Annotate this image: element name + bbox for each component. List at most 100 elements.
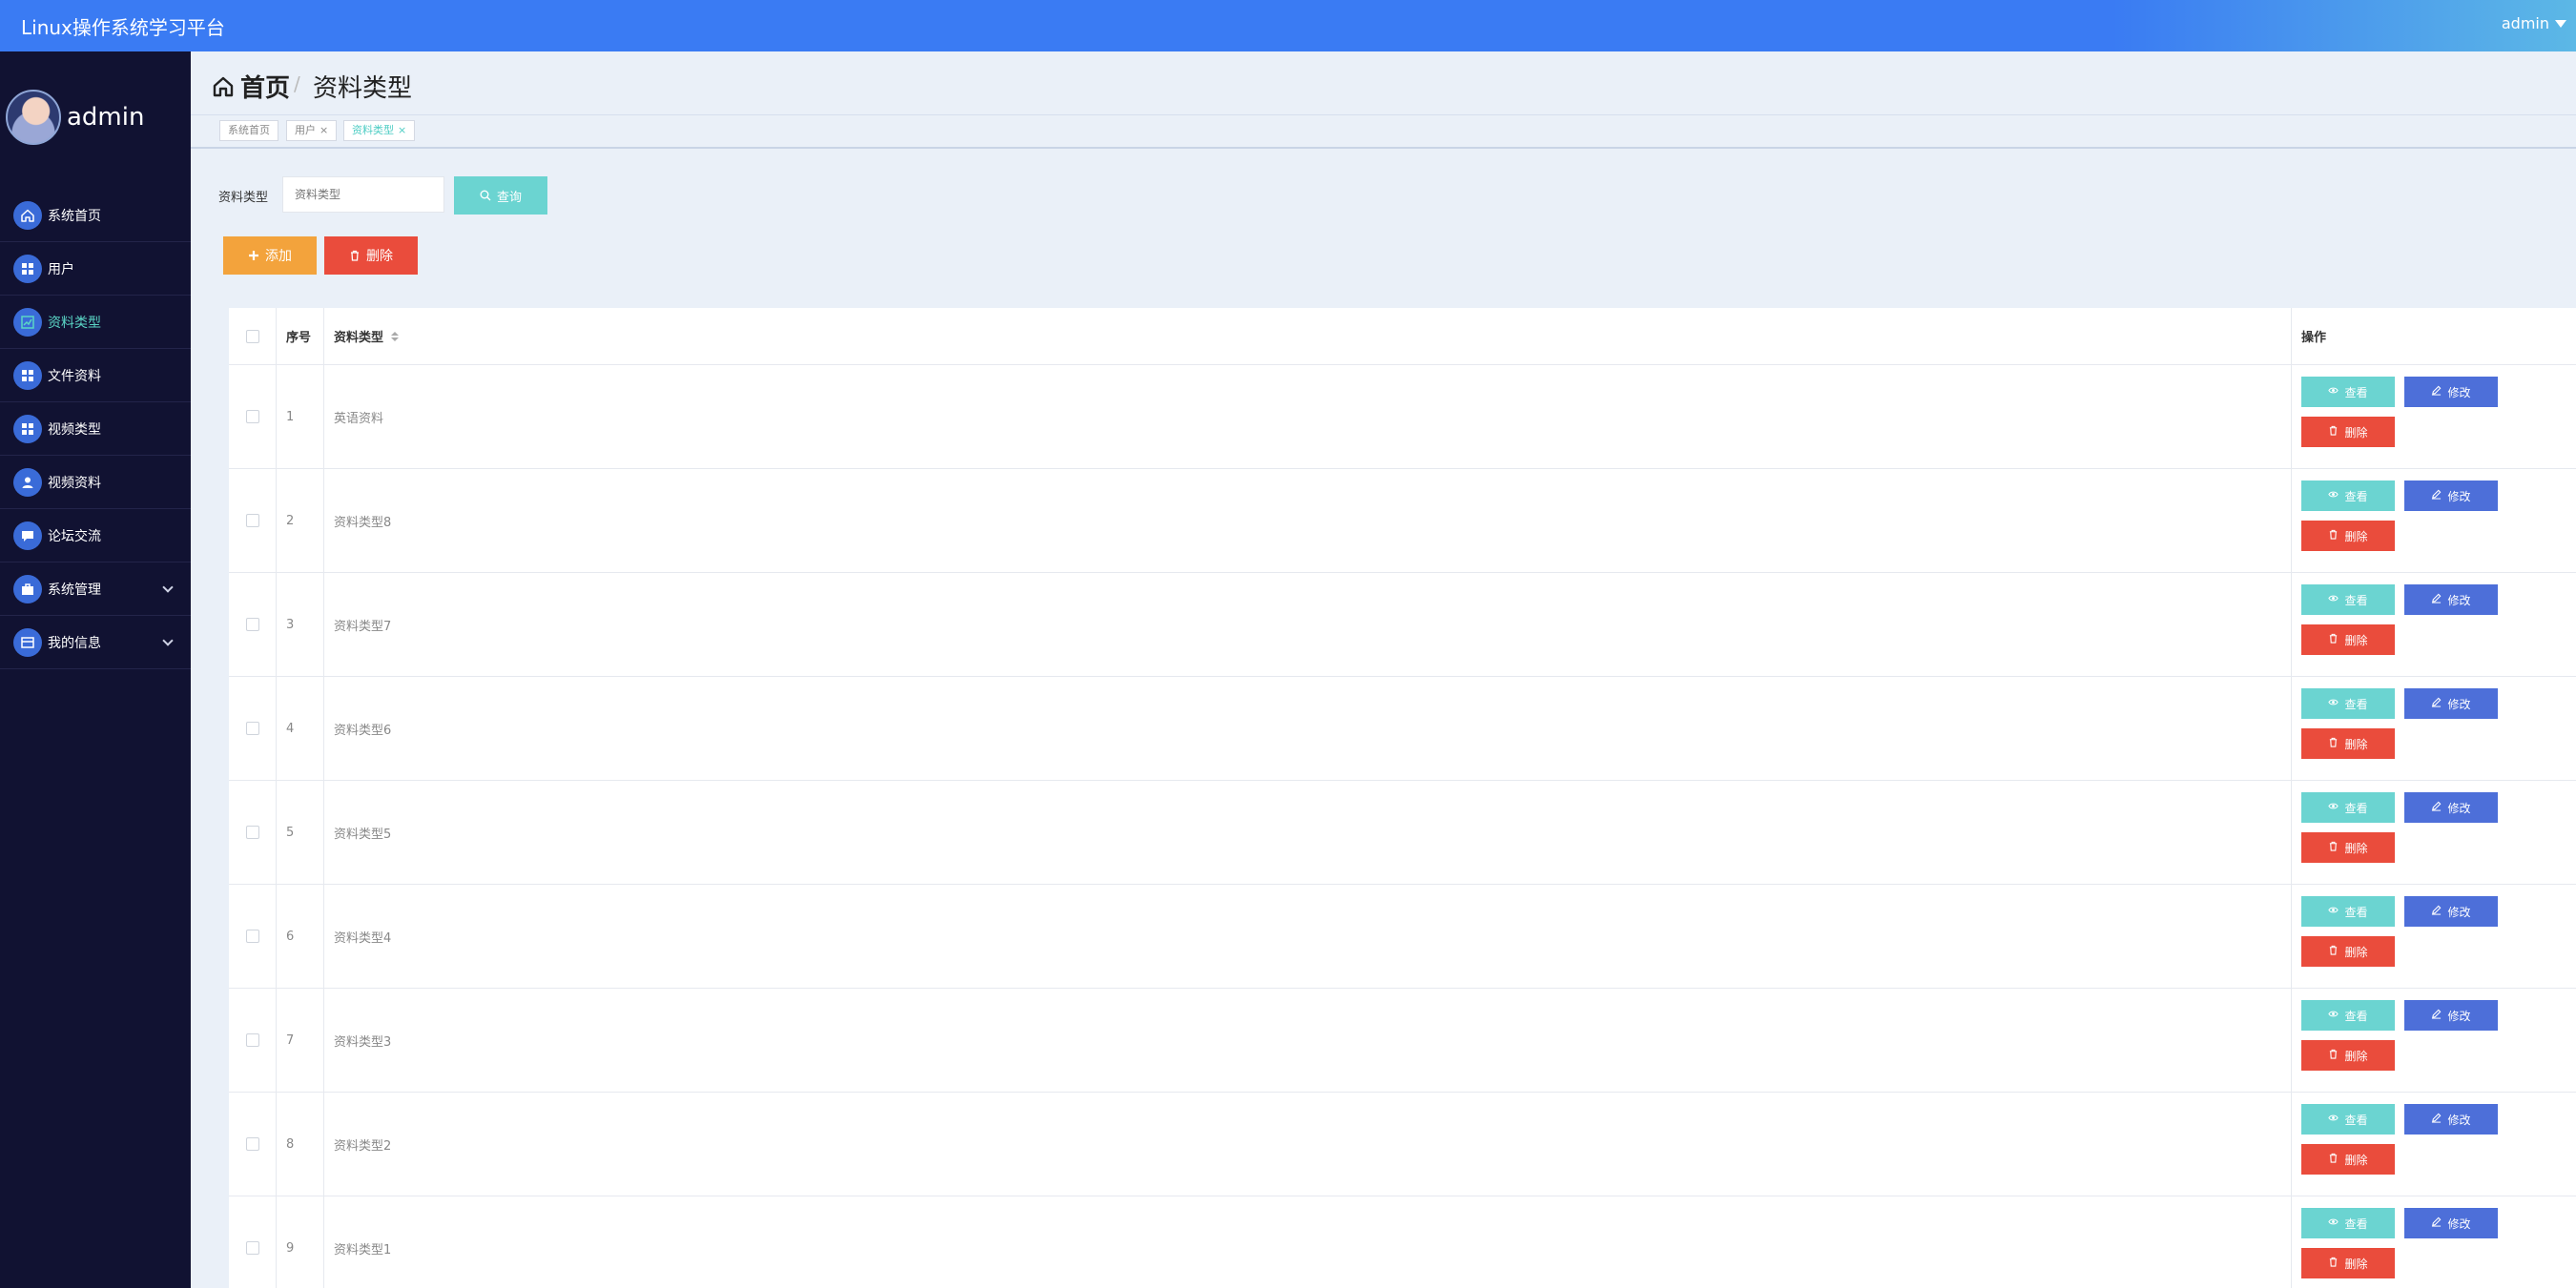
edit-button[interactable]: 修改 [2404, 1104, 2498, 1135]
view-button-label[interactable]: 查看 [2344, 696, 2367, 712]
tag-home[interactable]: 系统首页 [219, 120, 278, 141]
sidebar-item-label[interactable]: 文件资料 [48, 366, 101, 385]
view-button[interactable]: 查看 [2301, 1208, 2395, 1238]
sidebar-item-2[interactable]: 资料类型 [0, 296, 191, 349]
row-delete-button-label[interactable]: 删除 [2344, 944, 2367, 960]
sidebar-item-8[interactable]: 我的信息 [0, 616, 191, 669]
search-input[interactable] [282, 176, 444, 213]
sidebar-item-label[interactable]: 系统管理 [48, 580, 101, 599]
sidebar-item-label[interactable]: 系统首页 [48, 206, 101, 225]
row-delete-button[interactable]: 删除 [2301, 1144, 2395, 1175]
view-button-label[interactable]: 查看 [2344, 1216, 2367, 1232]
view-button[interactable]: 查看 [2301, 584, 2395, 615]
view-button-label[interactable]: 查看 [2344, 904, 2367, 920]
row-delete-button[interactable]: 删除 [2301, 728, 2395, 759]
edit-button[interactable]: 修改 [2404, 584, 2498, 615]
chevron-down-icon[interactable] [162, 635, 174, 646]
row-delete-button-label[interactable]: 删除 [2344, 1152, 2367, 1168]
close-icon[interactable]: × [319, 121, 328, 140]
delete-button-label[interactable]: 删除 [366, 246, 393, 265]
search-button-label[interactable]: 查询 [497, 187, 522, 205]
sidebar-item-6[interactable]: 论坛交流 [0, 509, 191, 562]
sidebar-item-label[interactable]: 视频资料 [48, 473, 101, 492]
edit-button-label[interactable]: 修改 [2447, 696, 2470, 712]
breadcrumb-home[interactable]: 首页 [212, 69, 290, 104]
column-header-name[interactable]: 资料类型 [324, 308, 2292, 364]
view-button[interactable]: 查看 [2301, 792, 2395, 823]
row-delete-button[interactable]: 删除 [2301, 417, 2395, 447]
edit-button[interactable]: 修改 [2404, 688, 2498, 719]
sidebar-item-label[interactable]: 用户 [48, 259, 74, 278]
row-delete-button-label[interactable]: 删除 [2344, 632, 2367, 648]
view-button[interactable]: 查看 [2301, 1104, 2395, 1135]
view-button[interactable]: 查看 [2301, 896, 2395, 927]
sidebar-item-5[interactable]: 视频资料 [0, 456, 191, 509]
view-button-label[interactable]: 查看 [2344, 488, 2367, 504]
row-delete-button-label[interactable]: 删除 [2344, 840, 2367, 856]
edit-button-label[interactable]: 修改 [2447, 1008, 2470, 1024]
tag-material-type[interactable]: 资料类型 × [343, 120, 416, 141]
breadcrumb-home-label[interactable]: 首页 [240, 69, 290, 104]
select-all-checkbox[interactable] [245, 329, 259, 343]
edit-button[interactable]: 修改 [2404, 1208, 2498, 1238]
edit-button[interactable]: 修改 [2404, 792, 2498, 823]
tag-label[interactable]: 资料类型 [352, 121, 394, 140]
edit-button-label[interactable]: 修改 [2447, 1112, 2470, 1128]
row-delete-button-label[interactable]: 删除 [2344, 1048, 2367, 1064]
sidebar-item-7[interactable]: 系统管理 [0, 562, 191, 616]
close-icon[interactable]: × [398, 121, 406, 140]
edit-button[interactable]: 修改 [2404, 1000, 2498, 1031]
edit-button[interactable]: 修改 [2404, 480, 2498, 511]
row-delete-button-label[interactable]: 删除 [2344, 424, 2367, 440]
edit-button[interactable]: 修改 [2404, 377, 2498, 407]
view-button-label[interactable]: 查看 [2344, 800, 2367, 816]
edit-button-label[interactable]: 修改 [2447, 800, 2470, 816]
row-checkbox[interactable] [245, 1137, 259, 1151]
row-checkbox[interactable] [245, 1241, 259, 1255]
row-checkbox[interactable] [245, 1033, 259, 1047]
row-delete-button[interactable]: 删除 [2301, 936, 2395, 967]
view-button-label[interactable]: 查看 [2344, 592, 2367, 608]
row-checkbox[interactable] [245, 826, 259, 839]
edit-button-label[interactable]: 修改 [2447, 488, 2470, 504]
edit-button-label[interactable]: 修改 [2447, 592, 2470, 608]
sidebar-item-label[interactable]: 视频类型 [48, 419, 101, 439]
user-name[interactable]: admin [2502, 14, 2549, 32]
view-button[interactable]: 查看 [2301, 1000, 2395, 1031]
edit-button[interactable]: 修改 [2404, 896, 2498, 927]
view-button-label[interactable]: 查看 [2344, 1008, 2367, 1024]
add-button-label[interactable]: 添加 [265, 246, 292, 265]
user-menu[interactable]: admin [2502, 14, 2566, 32]
sidebar-item-0[interactable]: 系统首页 [0, 189, 191, 242]
delete-button[interactable]: 删除 [324, 236, 418, 275]
edit-button-label[interactable]: 修改 [2447, 384, 2470, 400]
sidebar-item-4[interactable]: 视频类型 [0, 402, 191, 456]
sidebar-item-label[interactable]: 我的信息 [48, 633, 101, 652]
tag-user[interactable]: 用户 × [286, 120, 338, 141]
tag-label[interactable]: 系统首页 [228, 121, 270, 140]
row-delete-button-label[interactable]: 删除 [2344, 528, 2367, 544]
chevron-down-icon[interactable] [162, 582, 174, 593]
sidebar-item-label[interactable]: 资料类型 [48, 313, 101, 332]
view-button-label[interactable]: 查看 [2344, 384, 2367, 400]
tag-label[interactable]: 用户 [295, 121, 316, 140]
view-button-label[interactable]: 查看 [2344, 1112, 2367, 1128]
add-button[interactable]: 添加 [223, 236, 317, 275]
edit-button-label[interactable]: 修改 [2447, 904, 2470, 920]
sidebar-item-1[interactable]: 用户 [0, 242, 191, 296]
edit-button-label[interactable]: 修改 [2447, 1216, 2470, 1232]
row-delete-button[interactable]: 删除 [2301, 1248, 2395, 1278]
caret-down-icon[interactable] [2555, 19, 2566, 28]
sidebar-item-3[interactable]: 文件资料 [0, 349, 191, 402]
sort-icon[interactable] [391, 331, 400, 341]
column-header-name-label[interactable]: 资料类型 [334, 327, 383, 345]
row-checkbox[interactable] [245, 722, 259, 735]
sidebar-item-label[interactable]: 论坛交流 [48, 526, 101, 545]
row-checkbox[interactable] [245, 930, 259, 943]
view-button[interactable]: 查看 [2301, 688, 2395, 719]
row-delete-button[interactable]: 删除 [2301, 624, 2395, 655]
row-delete-button[interactable]: 删除 [2301, 521, 2395, 551]
row-checkbox[interactable] [245, 618, 259, 631]
row-delete-button-label[interactable]: 删除 [2344, 1256, 2367, 1272]
view-button[interactable]: 查看 [2301, 480, 2395, 511]
